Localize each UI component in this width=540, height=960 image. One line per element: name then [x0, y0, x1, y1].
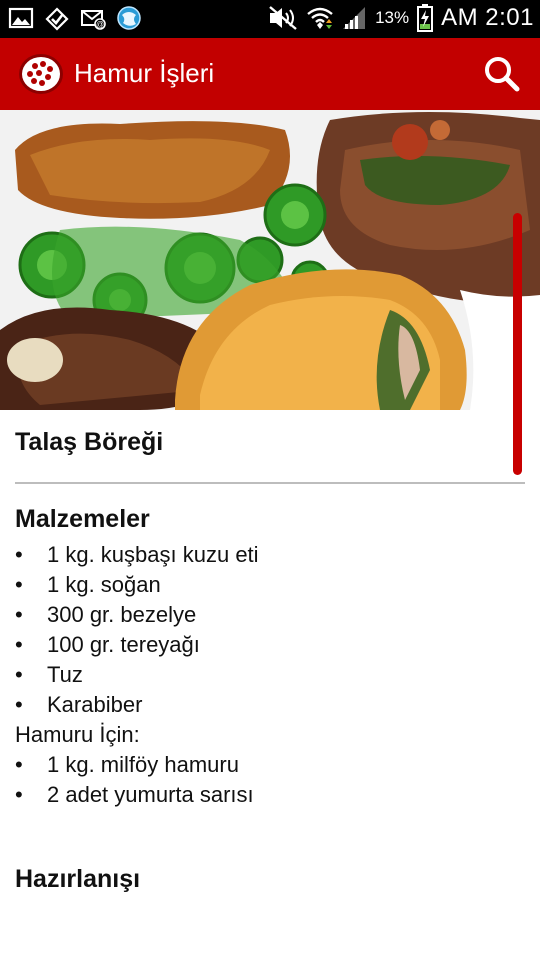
app-bar: Hamur İşleri [0, 38, 540, 110]
list-item: • 1 kg. kuşbaşı kuzu eti [15, 540, 515, 570]
list-item: • 1 kg. milföy hamuru [15, 750, 515, 780]
list-item: • 100 gr. tereyağı [15, 630, 515, 660]
ingredients-heading: Malzemeler [15, 505, 150, 533]
ingredient-text: 1 kg. kuşbaşı kuzu eti [47, 542, 259, 567]
ingredient-text: 100 gr. tereyağı [47, 632, 200, 657]
notification-icons: @ [8, 5, 142, 31]
list-subheading: Hamuru İçin: [15, 720, 515, 750]
clock: AM 2:01 [441, 4, 534, 31]
svg-text:@: @ [96, 20, 104, 29]
gallery-icon [8, 7, 34, 29]
battery-percent: 13% [375, 8, 410, 27]
ingredient-text: 1 kg. soğan [47, 572, 161, 597]
download-check-icon [45, 7, 69, 31]
battery-charging-icon [417, 4, 434, 32]
ingredient-text: Karabiber [47, 692, 143, 717]
recipe-title: Talaş Böreği [15, 428, 164, 456]
list-item: • Tuz [15, 660, 515, 690]
email-icon: @ [81, 10, 106, 30]
recipe-photo-illustration [0, 110, 540, 410]
ingredient-text: 1 kg. milföy hamuru [47, 752, 239, 777]
ingredient-text: 300 gr. bezelye [47, 602, 197, 627]
signal-icon [343, 7, 366, 29]
ingredient-subheading-text: Hamuru İçin: [15, 722, 140, 747]
pizza-logo-icon[interactable] [18, 53, 64, 95]
list-item: • 300 gr. bezelye [15, 600, 515, 630]
mute-icon [269, 6, 297, 30]
scroll-indicator[interactable] [513, 213, 522, 475]
preparation-heading: Hazırlanışı [15, 865, 141, 893]
divider [15, 482, 525, 484]
list-item: • 1 kg. soğan [15, 570, 515, 600]
list-item: • Karabiber [15, 690, 515, 720]
search-icon[interactable] [482, 54, 522, 94]
wifi-icon [307, 7, 333, 29]
system-icons: 13% AM 2:01 [267, 4, 534, 32]
ingredient-text: 2 adet yumurta sarısı [47, 782, 254, 807]
app-title: Hamur İşleri [74, 58, 215, 88]
list-item: • 2 adet yumurta sarısı [15, 780, 515, 810]
globe-icon [117, 6, 141, 30]
ingredients-list: • 1 kg. kuşbaşı kuzu eti • 1 kg. soğan • 30… [15, 540, 515, 810]
status-bar: @ 13% AM 2:01 [0, 0, 540, 38]
recipe-photo [0, 110, 540, 410]
ingredient-text: Tuz [47, 662, 83, 687]
